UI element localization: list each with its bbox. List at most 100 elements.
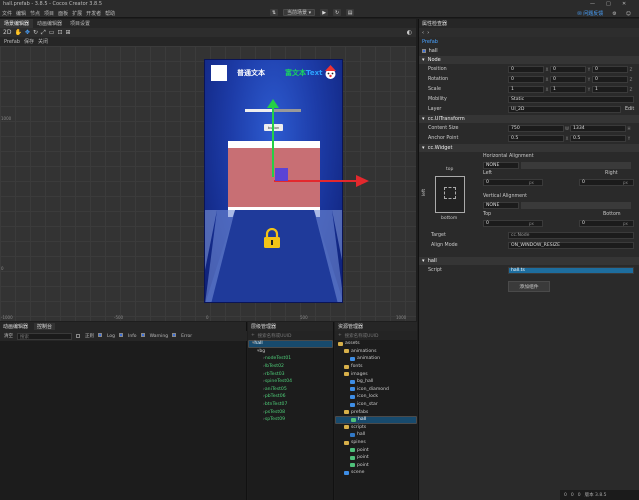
menu-panel[interactable]: 面板 (58, 10, 68, 17)
script-field[interactable]: hall.ts (508, 266, 634, 274)
gizmo-y-arrow-icon[interactable] (267, 99, 279, 108)
hand-tool-icon[interactable]: ✋ (14, 29, 21, 36)
layer-edit-button[interactable]: Edit (625, 107, 634, 112)
node-name-field[interactable]: hall (429, 48, 438, 54)
minimize-button[interactable]: — (590, 1, 595, 7)
hierarchy-item[interactable]: › spineTest04 (248, 378, 333, 386)
hierarchy-item[interactable]: › spTest09 (248, 416, 333, 424)
asset-item[interactable]: icon_star (335, 401, 417, 409)
forward-icon[interactable]: › (427, 30, 429, 36)
back-icon[interactable]: ‹ (422, 30, 424, 36)
feedback-button[interactable]: ✉ 问题反馈 (578, 10, 604, 17)
rotate-tool-icon[interactable]: ↻ (33, 29, 38, 36)
clear-button[interactable]: 清空 (4, 333, 13, 339)
anchor-y-field[interactable]: 0.5 (570, 134, 626, 142)
hierarchy-item[interactable]: ▾ bg (248, 348, 333, 356)
settings-icon[interactable]: ⚙ (612, 11, 616, 17)
asset-item[interactable]: bg_hall (335, 378, 417, 386)
node-section-header[interactable]: ▾ Node (419, 56, 639, 64)
align-mode-select[interactable]: ON_WINDOW_RESIZE (508, 242, 634, 249)
asset-item[interactable]: icon_lock (335, 393, 417, 401)
tab-project-settings[interactable]: 项目设置 (66, 19, 94, 28)
horizontal-none-button[interactable]: NONE (483, 162, 519, 169)
asset-item[interactable]: point (335, 454, 417, 462)
asset-item[interactable]: icon_diamond (335, 386, 417, 394)
menu-help[interactable]: 帮助 (105, 10, 115, 17)
tab-scene-editor[interactable]: 场景编辑器 (0, 19, 34, 28)
content-panel[interactable] (228, 141, 320, 217)
asset-item[interactable]: images (335, 370, 417, 378)
mobility-select[interactable]: Static (508, 95, 634, 103)
menu-developer[interactable]: 开发者 (86, 10, 101, 17)
play-icon[interactable]: ▶ (320, 9, 329, 16)
mode-2d-button[interactable]: 2D (3, 29, 11, 36)
preview-icon[interactable]: ▤ (346, 9, 355, 16)
widget-alignment-diagram[interactable] (435, 176, 465, 213)
menu-node[interactable]: 节点 (30, 10, 40, 17)
avatar-image[interactable] (211, 65, 227, 81)
rotation-y-field[interactable]: 0 (550, 75, 586, 83)
content-width-field[interactable]: 750 (508, 124, 564, 132)
tab-animation-editor[interactable]: 动画编辑器 (33, 19, 66, 28)
asset-item[interactable]: scene (335, 469, 417, 477)
lock-icon[interactable] (263, 228, 281, 248)
rich-text-label[interactable]: 富文本Text (285, 68, 322, 78)
asset-item[interactable]: point (335, 446, 417, 454)
hall-component-header[interactable]: ▾ hall (419, 257, 639, 265)
position-z-field[interactable]: 0 (592, 65, 628, 73)
rotation-z-field[interactable]: 0 (592, 75, 628, 83)
position-y-field[interactable]: 0 (550, 65, 586, 73)
transform-tool-icon[interactable]: ⊡ (57, 29, 62, 36)
uitransform-section-header[interactable]: ▾ cc.UITransform (419, 115, 639, 123)
snap-icon[interactable]: ⊞ (66, 29, 71, 36)
menu-project[interactable]: 项目 (44, 10, 54, 17)
hierarchy-item[interactable]: › btnTest07 (248, 401, 333, 409)
widget-section-header[interactable]: ▾ cc.Widget (419, 144, 639, 152)
asset-item[interactable]: hall (335, 431, 417, 439)
scale-tool-icon[interactable]: ⤢ (41, 29, 46, 37)
log-checkbox[interactable]: Log (98, 333, 115, 339)
layer-select[interactable]: UI_2D (508, 105, 621, 113)
rect-tool-icon[interactable]: ▭ (49, 29, 55, 36)
vertical-align-buttons[interactable] (521, 202, 631, 209)
asset-item[interactable]: spines (335, 439, 417, 447)
gizmo-center-handle[interactable] (275, 168, 288, 181)
error-checkbox[interactable]: Error (172, 333, 192, 339)
menu-extension[interactable]: 扩展 (72, 10, 82, 17)
hierarchy-item[interactable]: › aniTest05 (248, 386, 333, 394)
info-count[interactable]: 0 (578, 493, 581, 498)
warning-checkbox[interactable]: Warning (140, 333, 168, 339)
tab-console[interactable]: 控制台 (34, 323, 56, 330)
asset-item[interactable]: animation (335, 355, 417, 363)
gizmo-x-arrow-icon[interactable] (356, 175, 369, 187)
scale-y-field[interactable]: 1 (550, 85, 586, 93)
warning-count[interactable]: 0 (571, 493, 574, 498)
prefab-close-button[interactable]: 关闭 (38, 38, 48, 45)
scale-x-field[interactable]: 1 (508, 85, 544, 93)
error-count[interactable]: 0 (564, 493, 567, 498)
assets-search-input[interactable]: + 搜索名称或UUID (335, 331, 417, 340)
menu-edit[interactable]: 编辑 (16, 10, 26, 17)
hierarchy-item[interactable]: › rbTest03 (248, 370, 333, 378)
hierarchy-item[interactable]: › psTest08 (248, 408, 333, 416)
user-icon[interactable]: ☺ (626, 11, 631, 17)
add-component-button[interactable]: 添加组件 (508, 281, 550, 292)
asset-item[interactable]: assets (335, 340, 417, 348)
scene-select[interactable]: 当前场景 ▾ (283, 9, 316, 16)
position-x-field[interactable]: 0 (508, 65, 544, 73)
asset-item[interactable]: prefabs (335, 408, 417, 416)
plain-text-label[interactable]: 普通文本 (237, 68, 265, 78)
content-height-field[interactable]: 1334 (570, 124, 626, 132)
asset-item[interactable]: point (335, 462, 417, 470)
menu-file[interactable]: 文件 (2, 10, 12, 17)
tab-animation-editor-bottom[interactable]: 动画编辑器 (3, 323, 28, 330)
close-button[interactable]: ✕ (622, 1, 626, 7)
rotation-x-field[interactable]: 0 (508, 75, 544, 83)
hierarchy-item[interactable]: ▾ hall (248, 340, 333, 348)
hierarchy-item[interactable]: › pbTest06 (248, 393, 333, 401)
refresh-icon[interactable]: ↻ (333, 9, 342, 16)
hierarchy-item[interactable]: › lbTest02 (248, 363, 333, 371)
anchor-x-field[interactable]: 0.5 (508, 134, 564, 142)
maximize-button[interactable]: □ (606, 1, 611, 7)
asset-item[interactable]: scripts (335, 424, 417, 432)
